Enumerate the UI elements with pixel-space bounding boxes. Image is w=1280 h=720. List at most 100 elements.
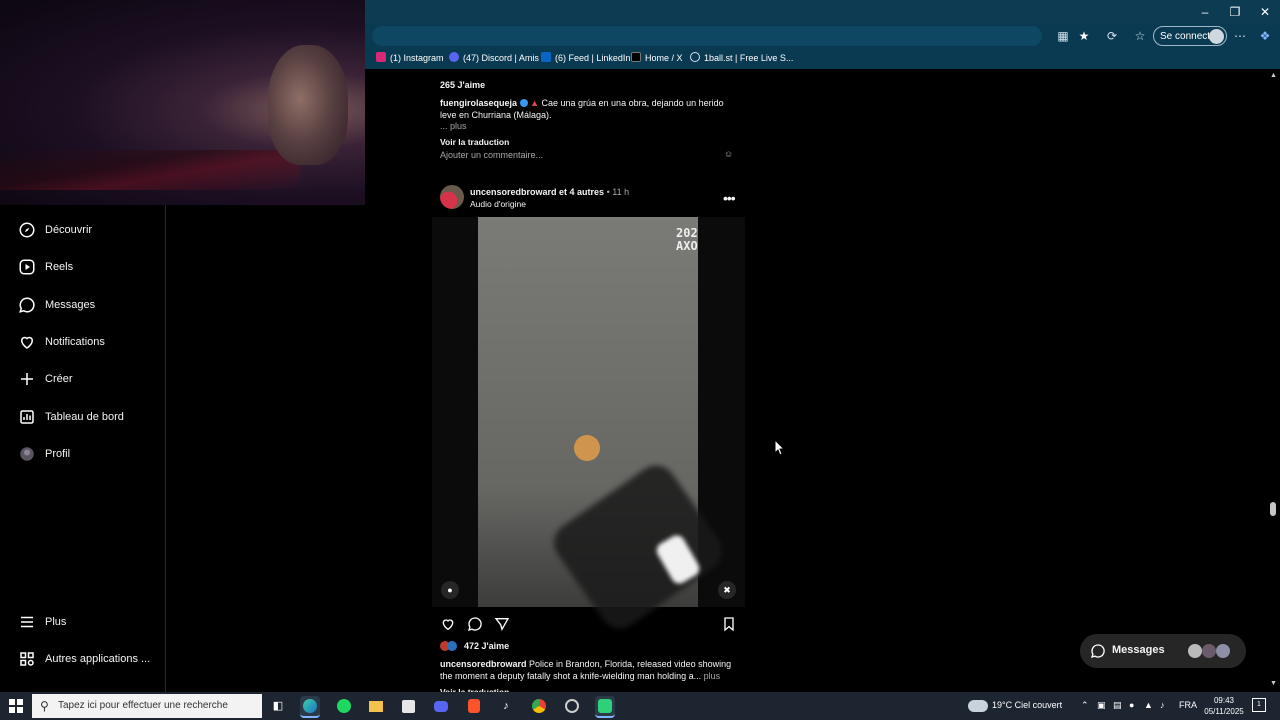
dashboard-icon	[20, 410, 34, 424]
compass-icon	[19, 222, 35, 238]
notification-center-icon[interactable]: 1	[1252, 698, 1266, 712]
task-view-icon[interactable]: ◧	[268, 696, 288, 716]
conversation-avatar-3	[1216, 644, 1230, 658]
instagram-icon	[376, 52, 386, 62]
tray-app-icon[interactable]: ▣	[1097, 700, 1106, 711]
post-header: uncensoredbroward et 4 autres • 11 h	[470, 187, 630, 197]
post-options-icon[interactable]: •••	[723, 190, 736, 206]
share-icon[interactable]	[494, 616, 510, 632]
bookmark-linkedin[interactable]: (6) Feed | LinkedIn	[541, 50, 630, 67]
messages-floating-button[interactable]: Messages	[1080, 634, 1246, 668]
bookmark-instagram[interactable]: (1) Instagram	[376, 50, 444, 67]
page-scrollbar[interactable]	[1268, 69, 1280, 692]
extensions-icon[interactable]: ⟳	[1104, 28, 1120, 44]
prev-post-username[interactable]: fuengirolasequeja	[440, 98, 517, 108]
sidebar-item-more[interactable]: Plus	[18, 611, 66, 633]
weather-widget[interactable]: 19°C Ciel couvert	[992, 700, 1062, 710]
sidebar-item-profile[interactable]: Profil	[18, 443, 70, 465]
hamburger-icon	[21, 616, 33, 628]
blurred-face-emoji-icon	[574, 435, 600, 461]
minimize-icon[interactable]: –	[1190, 0, 1220, 24]
verified-badge-icon	[519, 99, 528, 107]
more-menu-icon[interactable]: ⋯	[1232, 28, 1248, 44]
siren-icon: ▲	[530, 98, 539, 108]
sidebar-item-other-apps[interactable]: Autres applications ...	[18, 648, 150, 670]
taskbar-search-input[interactable]: ⚲ Tapez ici pour effectuer une recherche	[32, 694, 262, 718]
favorite-star-icon[interactable]: ★	[1076, 28, 1092, 44]
taskbar-chrome-icon[interactable]	[529, 696, 549, 716]
liked-by-avatars[interactable]	[440, 641, 460, 651]
heart-icon	[20, 336, 34, 349]
tray-overflow-icon[interactable]: ⌃	[1081, 700, 1089, 711]
post-video[interactable]: 202 AXO ● ✖	[432, 217, 745, 637]
weather-cloud-icon[interactable]	[968, 700, 988, 712]
tray-microphone-icon[interactable]: ●	[1129, 700, 1134, 710]
tray-wifi-icon[interactable]: ▲	[1144, 700, 1153, 710]
tagged-users-icon[interactable]: ●	[441, 581, 459, 599]
post-author-avatar[interactable]	[440, 185, 464, 209]
caption-username[interactable]: uncensoredbroward	[440, 659, 527, 669]
bookmark-discord[interactable]: (47) Discord | Amis	[449, 50, 539, 67]
scroll-down-icon[interactable]: ▼	[1270, 680, 1277, 687]
bookmark-x[interactable]: Home / X	[631, 50, 683, 67]
prev-post-translate-link[interactable]: Voir la traduction	[440, 137, 509, 147]
tray-language[interactable]: FRA	[1179, 700, 1197, 710]
like-heart-icon[interactable]	[440, 616, 456, 632]
messenger-icon	[19, 297, 35, 313]
taskbar-obs-icon[interactable]	[562, 696, 582, 716]
post-audio-link[interactable]: Audio d'origine	[470, 199, 526, 209]
save-bookmark-icon[interactable]	[721, 616, 737, 632]
discord-icon	[449, 52, 459, 62]
tray-volume-icon[interactable]: ♪	[1160, 700, 1165, 710]
prev-post-caption: fuengirolasequeja ▲ Cae una grúa en una …	[440, 98, 724, 120]
search-icon: ⚲	[40, 699, 49, 713]
tray-network-icon[interactable]: ▤	[1113, 700, 1122, 711]
windows-start-icon[interactable]	[9, 699, 23, 713]
copilot-icon[interactable]: ❖	[1257, 28, 1273, 44]
comment-icon[interactable]	[467, 616, 483, 632]
post-author-name[interactable]: uncensoredbroward	[470, 187, 557, 197]
bookmark-1ball[interactable]: 1ball.st | Free Live S...	[690, 50, 793, 67]
webcam-person	[268, 45, 348, 165]
x-icon	[631, 52, 641, 62]
avatar-icon	[20, 447, 34, 461]
address-bar[interactable]	[372, 26, 1042, 46]
sidebar-item-messages[interactable]: Messages	[18, 294, 95, 316]
emoji-icon[interactable]: ☺	[724, 149, 733, 159]
taskbar-store-icon[interactable]	[398, 696, 418, 716]
caption-more-link[interactable]: plus	[704, 671, 721, 681]
taskbar-app-icon[interactable]	[595, 696, 615, 718]
post-time: 11 h	[612, 187, 630, 197]
prev-post-likes[interactable]: 265 J'aime	[440, 80, 485, 90]
post-likes[interactable]: 472 J'aime	[464, 641, 509, 651]
close-icon[interactable]: ✕	[1250, 0, 1280, 24]
taskbar-file-explorer-icon[interactable]	[366, 696, 386, 716]
sidebar-item-reels[interactable]: Reels	[18, 256, 73, 278]
sidebar-item-dashboard[interactable]: Tableau de bord	[18, 406, 124, 428]
scrollbar-thumb[interactable]	[1270, 502, 1276, 516]
sidebar-item-explore[interactable]: Découvrir	[18, 219, 92, 241]
mouse-cursor-icon	[775, 440, 785, 456]
taskbar-brave-icon[interactable]	[464, 696, 484, 716]
reels-icon	[19, 259, 35, 275]
favorites-icon[interactable]: ☆	[1132, 28, 1148, 44]
app-available-icon[interactable]: ▦	[1055, 28, 1071, 44]
comment-input[interactable]: Ajouter un commentaire...	[440, 150, 543, 160]
post-coauthors[interactable]: et 4 autres	[559, 187, 604, 197]
sidebar-item-notifications[interactable]: Notifications	[18, 331, 105, 353]
apps-grid-icon	[20, 652, 34, 666]
sidebar-item-create[interactable]: Créer	[18, 368, 73, 390]
restore-icon[interactable]: ❐	[1220, 0, 1250, 24]
prev-post-more-link[interactable]: ... plus	[440, 121, 467, 131]
taskbar-edge-icon[interactable]	[300, 696, 320, 718]
globe-icon	[690, 52, 700, 62]
taskbar-spotify-icon[interactable]	[334, 696, 354, 716]
messenger-send-icon	[1091, 644, 1105, 658]
sign-in-button[interactable]: Se connecter	[1153, 26, 1227, 46]
tray-clock[interactable]: 09:43 05/11/2025	[1202, 695, 1246, 717]
taskbar-discord-icon[interactable]	[431, 696, 451, 716]
mute-icon[interactable]: ✖	[718, 581, 736, 599]
taskbar-tiktok-icon[interactable]: ♪	[496, 696, 516, 716]
linkedin-icon	[541, 52, 551, 62]
scroll-up-icon[interactable]: ▲	[1270, 72, 1277, 79]
